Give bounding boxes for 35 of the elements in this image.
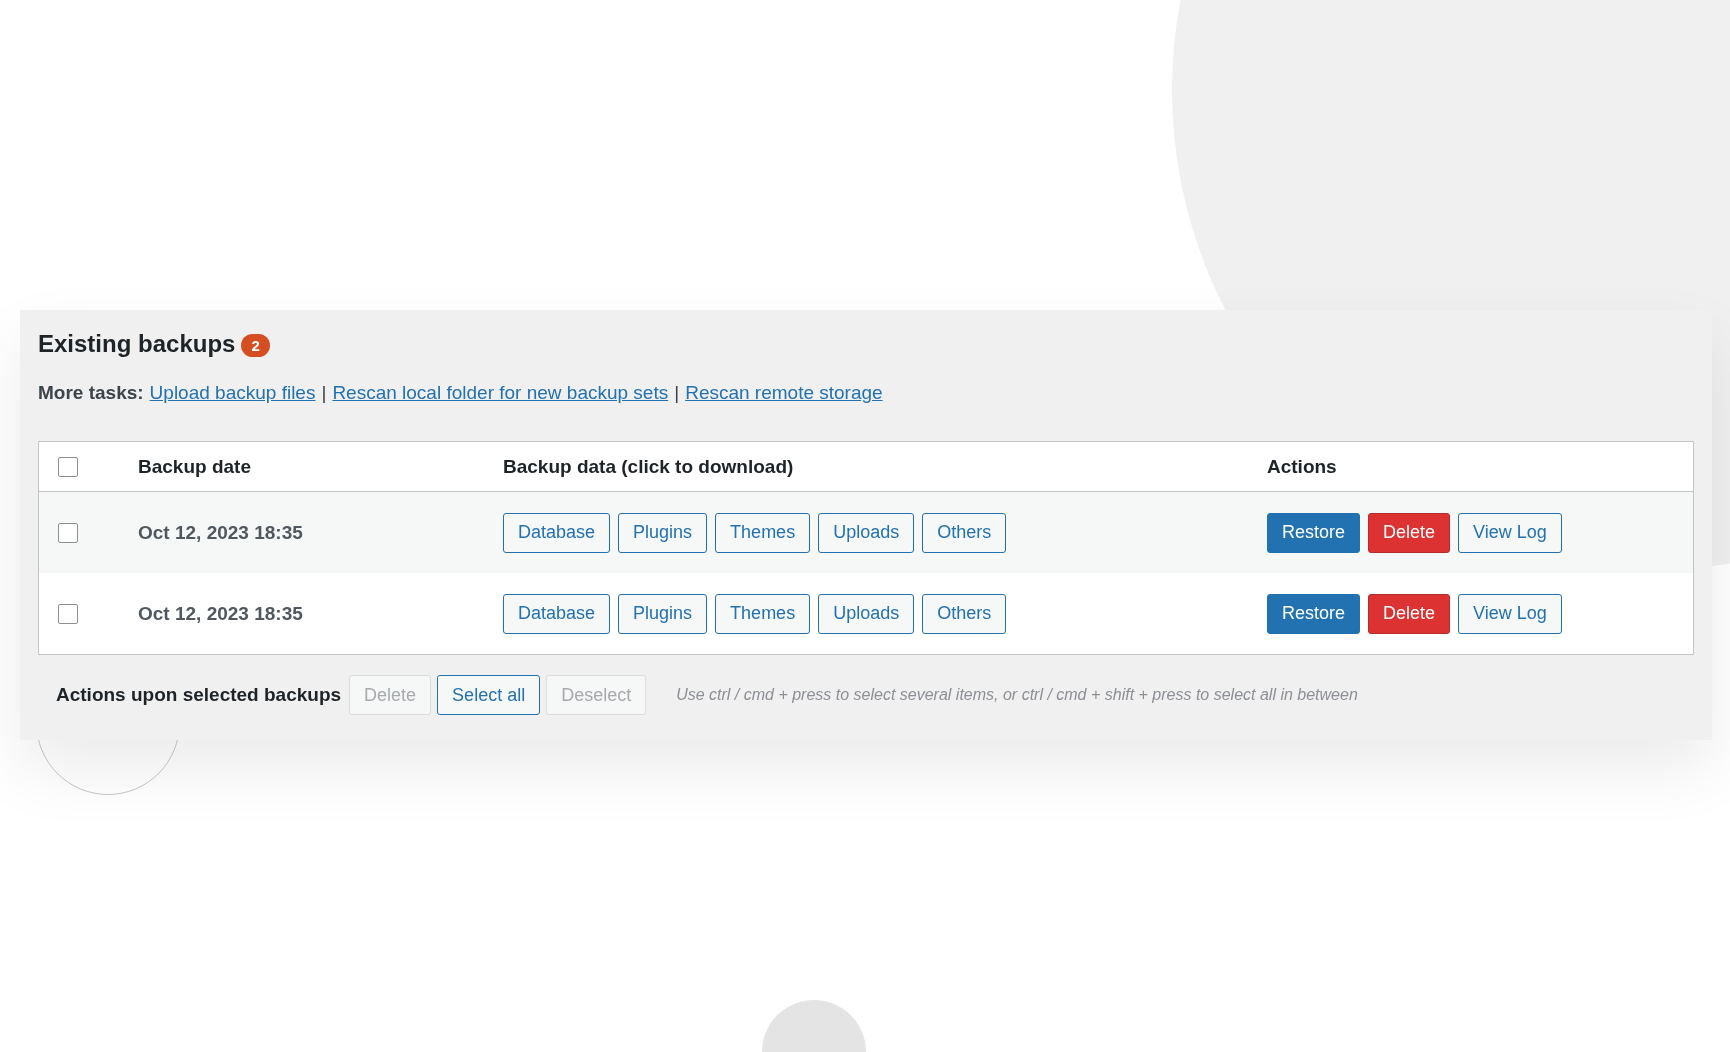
download-button[interactable]: Plugins [618, 512, 708, 553]
link-separator: | [674, 382, 680, 404]
download-button[interactable]: Themes [715, 593, 811, 634]
column-header: Backup data (click to download) [503, 455, 794, 477]
more-tasks-label: More tasks: [38, 382, 144, 404]
download-button[interactable]: Uploads [818, 512, 915, 553]
bulk-actions-label: Actions upon selected backups [56, 684, 342, 706]
task-link[interactable]: Rescan remote storage [685, 382, 883, 404]
download-button[interactable]: Plugins [618, 593, 708, 634]
download-button[interactable]: Others [922, 593, 1007, 634]
backup-date: Oct 12, 2023 18:35 [138, 521, 303, 543]
row-checkbox[interactable] [58, 522, 78, 543]
delete-button[interactable]: Delete [1368, 512, 1451, 553]
view-log-button[interactable]: View Log [1458, 512, 1562, 553]
panel-title: Existing backups [38, 330, 236, 358]
count-badge: 2 [241, 334, 270, 357]
download-button[interactable]: Database [503, 593, 611, 634]
row-checkbox[interactable] [58, 603, 78, 624]
select-all-checkbox[interactable] [58, 456, 78, 477]
restore-button[interactable]: Restore [1267, 512, 1361, 553]
restore-button[interactable]: Restore [1267, 593, 1361, 634]
link-separator: | [321, 382, 327, 404]
delete-button[interactable]: Delete [1368, 593, 1451, 634]
task-link[interactable]: Rescan local folder for new backup sets [332, 382, 669, 404]
selection-hint: Use ctrl / cmd + press to select several items, or ctrl / cmd + shift + press to select all in between [676, 686, 1358, 704]
backup-date: Oct 12, 2023 18:35 [138, 602, 303, 624]
column-header: Actions [1267, 455, 1337, 477]
bulk-action-button[interactable]: Select all [437, 675, 541, 715]
view-log-button[interactable]: View Log [1458, 593, 1562, 634]
download-button[interactable]: Others [922, 512, 1007, 553]
column-header: Backup date [138, 455, 251, 477]
download-button[interactable]: Database [503, 512, 611, 553]
download-button[interactable]: Themes [715, 512, 811, 553]
task-link[interactable]: Upload backup files [149, 382, 316, 404]
download-button[interactable]: Uploads [818, 593, 915, 634]
